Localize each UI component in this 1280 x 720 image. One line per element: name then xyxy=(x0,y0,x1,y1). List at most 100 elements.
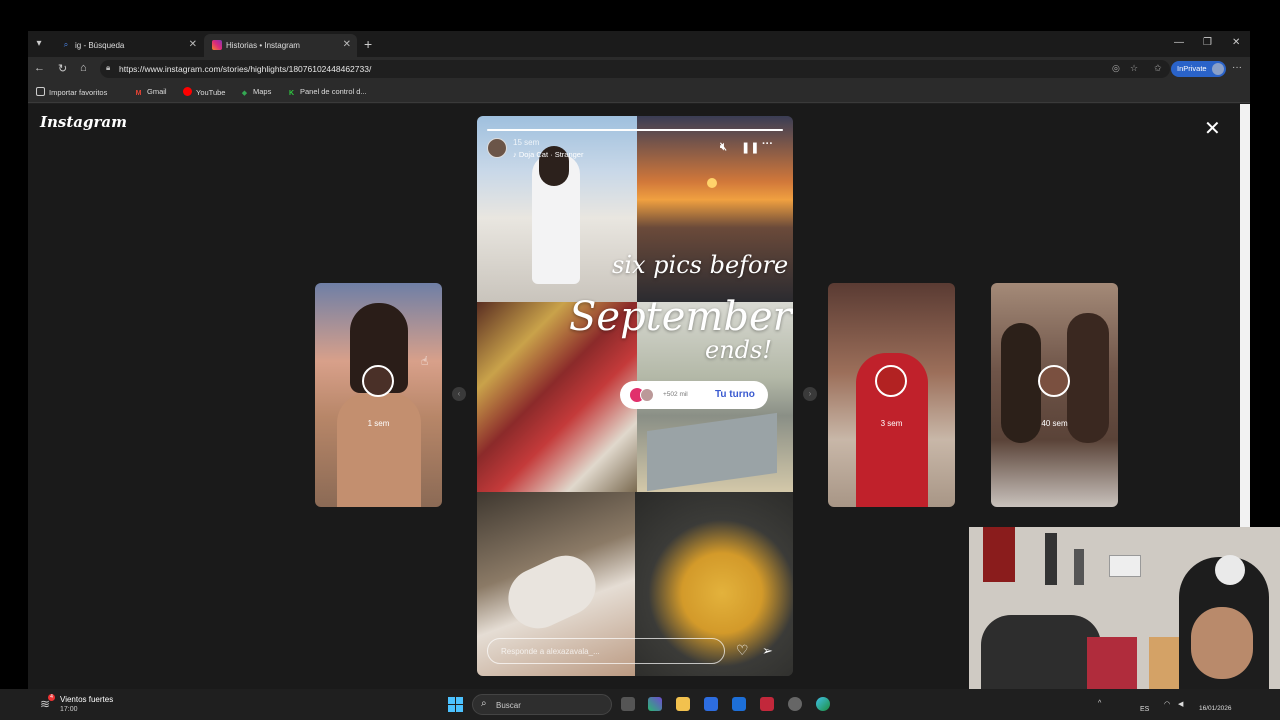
pause-icon[interactable]: ❚❚ xyxy=(741,141,759,154)
weather-title[interactable]: Vientos fuertes xyxy=(60,695,113,704)
edge-icon[interactable] xyxy=(816,697,830,711)
heart-icon[interactable]: ♡ xyxy=(736,642,749,659)
instagram-icon xyxy=(212,40,222,50)
home-button[interactable]: ⌂ xyxy=(80,62,87,74)
story-headline-line1: six pics before xyxy=(612,251,789,279)
wall-frame xyxy=(1109,555,1141,577)
panel-icon: K xyxy=(288,90,295,97)
more-options-icon[interactable]: ··· xyxy=(762,138,773,150)
side-story-1[interactable]: 1 sem xyxy=(315,283,442,507)
close-tab-icon[interactable]: ✕ xyxy=(189,39,197,50)
store-icon[interactable] xyxy=(704,697,718,711)
story-avatar xyxy=(362,365,394,397)
taskbar-search[interactable]: ⌕ Buscar xyxy=(472,694,612,715)
new-tab-button[interactable]: + xyxy=(364,36,372,52)
mute-icon[interactable]: 🔇︎ xyxy=(720,141,727,154)
refresh-button[interactable]: ↻ xyxy=(58,62,67,75)
story-avatar[interactable] xyxy=(487,138,507,158)
search-icon: ⌕ xyxy=(481,698,487,709)
person-face xyxy=(1191,607,1253,679)
start-tile xyxy=(448,705,455,712)
story-headline-line2: September xyxy=(569,294,792,340)
your-turn-sticker[interactable]: +502 mil Tu turno xyxy=(620,381,768,409)
volume-icon[interactable]: ◀ xyxy=(1178,700,1183,708)
bookmark-label: Importar favoritos xyxy=(49,88,108,97)
wall-frame xyxy=(1074,549,1084,585)
tab-bar: ▾ ⌕ ig - Búsqueda ✕ Historias • Instagra… xyxy=(28,31,1250,57)
bookmark-panel[interactable]: K Panel de control d... xyxy=(287,87,367,98)
story-time: 15 sem xyxy=(513,138,540,147)
story-progress-bar xyxy=(487,129,783,131)
main-story[interactable]: 15 sem ♪ Doja Cat · Stranger 🔇︎ ❚❚ ··· s… xyxy=(477,116,793,676)
photo-sleeve xyxy=(498,545,606,639)
start-tile xyxy=(456,705,463,712)
story-time: 3 sem xyxy=(880,419,903,428)
start-tile xyxy=(456,697,463,704)
bookmark-import[interactable]: Importar favoritos xyxy=(36,87,107,97)
inprivate-badge[interactable]: InPrivate xyxy=(1171,61,1226,77)
wifi-icon[interactable]: ◠ xyxy=(1164,700,1170,708)
reply-input[interactable]: Responde a alexazavala_... xyxy=(487,638,725,664)
tab-label: Historias • Instagram xyxy=(226,41,300,50)
lock-icon: 🔒︎ xyxy=(106,63,111,72)
song-label: Doja Cat · Stranger xyxy=(518,150,584,159)
profile-avatar xyxy=(1212,63,1224,75)
back-button[interactable]: ← xyxy=(34,62,45,74)
restore-button[interactable]: ❐ xyxy=(1203,37,1212,48)
close-window-button[interactable]: ✕ xyxy=(1232,37,1240,48)
participant-count: +502 mil xyxy=(663,391,688,398)
copilot-icon[interactable] xyxy=(648,697,662,711)
youtube-icon xyxy=(183,87,192,96)
favorite-star-icon[interactable]: ☆ xyxy=(1130,63,1138,74)
favorites-icon[interactable]: ✩ xyxy=(1154,63,1162,74)
close-tab-icon[interactable]: ✕ xyxy=(343,39,351,50)
send-icon[interactable]: ➢ xyxy=(762,643,773,659)
photo-sun xyxy=(707,178,717,188)
bookmark-youtube[interactable]: YouTube xyxy=(183,87,225,97)
outlook-icon[interactable] xyxy=(732,697,746,711)
tab-instagram[interactable]: Historias • Instagram ✕ xyxy=(204,34,357,57)
bookmark-maps[interactable]: ◆ Maps xyxy=(240,87,272,98)
taskbar: ≋ 4 Vientos fuertes 17:00 ⌕ Buscar ^ ES … xyxy=(0,689,1280,720)
side-story-2[interactable]: 3 sem xyxy=(828,283,955,507)
url-text: https://www.instagram.com/stories/highli… xyxy=(119,64,372,74)
file-explorer-icon[interactable] xyxy=(676,697,690,711)
url-field[interactable]: 🔒︎ https://www.instagram.com/stories/hig… xyxy=(100,60,1170,78)
side-story-3[interactable]: 40 sem xyxy=(991,283,1118,507)
windows-start-icon[interactable] xyxy=(448,697,463,712)
tab-actions-chevron-icon[interactable]: ▾ xyxy=(31,36,47,52)
previous-story-chevron-icon[interactable]: ‹ xyxy=(452,387,466,401)
bookmark-label: Panel de control d... xyxy=(300,87,367,96)
tab-label: ig - Búsqueda xyxy=(75,41,125,50)
reply-placeholder: Responde a alexazavala_... xyxy=(501,647,600,656)
cap-logo xyxy=(1215,555,1245,585)
chrome-icon[interactable] xyxy=(788,697,802,711)
taskbar-date[interactable]: 16/01/2026 xyxy=(1199,705,1232,712)
story-progress-fill xyxy=(487,129,783,131)
inprivate-label: InPrivate xyxy=(1177,64,1207,73)
more-menu-icon[interactable]: ··· xyxy=(1232,62,1242,73)
tracking-prevention-icon[interactable]: ◎ xyxy=(1112,63,1120,74)
story-time: 40 sem xyxy=(1041,419,1068,428)
minimize-button[interactable]: — xyxy=(1174,37,1184,48)
close-icon[interactable]: ✕ xyxy=(1204,116,1221,141)
weather-time: 17:00 xyxy=(60,706,78,713)
wall-frame xyxy=(1045,533,1057,585)
tab-search[interactable]: ⌕ ig - Búsqueda ✕ xyxy=(53,34,203,57)
story-avatar xyxy=(1038,365,1070,397)
import-icon xyxy=(36,87,45,96)
language-indicator[interactable]: ES xyxy=(1140,706,1149,713)
instagram-logo[interactable]: Instagram xyxy=(40,113,127,131)
task-view-icon[interactable] xyxy=(621,697,635,711)
your-turn-button[interactable]: Tu turno xyxy=(715,389,755,400)
gmail-icon: M xyxy=(135,90,142,97)
app-icon[interactable] xyxy=(760,697,774,711)
notification-badge: 4 xyxy=(48,694,55,701)
start-tile xyxy=(448,697,455,704)
bookmark-label: YouTube xyxy=(196,88,226,97)
story-song[interactable]: ♪ Doja Cat · Stranger xyxy=(513,150,583,159)
tray-chevron-icon[interactable]: ^ xyxy=(1098,700,1101,707)
next-story-chevron-icon[interactable]: › xyxy=(803,387,817,401)
search-label: Buscar xyxy=(496,701,521,710)
bookmark-gmail[interactable]: M Gmail xyxy=(134,87,167,98)
